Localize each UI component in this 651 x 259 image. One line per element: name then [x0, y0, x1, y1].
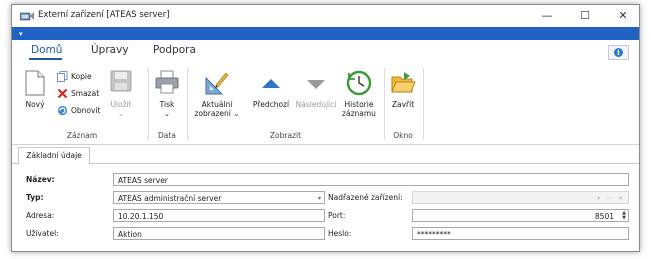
historie-label-1: Historie: [344, 100, 374, 109]
group-label-data: Data: [158, 131, 176, 140]
tab-domu[interactable]: Domů: [31, 44, 62, 56]
group-label-zobrazit: Zobrazit: [269, 131, 302, 140]
heslo-field[interactable]: *********: [412, 227, 629, 240]
adresa-label: Adresa:: [26, 211, 55, 220]
group-separator: [384, 68, 385, 140]
app-icon: [20, 12, 34, 21]
nasledujici-button[interactable]: Následující: [294, 70, 338, 109]
tab-zakladni-udaje[interactable]: Základní údaje: [18, 147, 90, 165]
down-arrow-icon: [307, 80, 325, 89]
up-arrow-icon: [262, 79, 280, 88]
zavrit-label: Zavřít: [391, 100, 415, 109]
nadrazene-zarizeni-label: Nadřazené zařízení:: [328, 193, 403, 202]
history-clock-icon: [346, 70, 372, 96]
predchozi-label: Předchozí: [252, 100, 290, 109]
save-disk-icon: [110, 70, 132, 92]
printer-icon: [155, 70, 179, 94]
adresa-field[interactable]: 10.20.1.150: [113, 209, 325, 222]
tab-upravy[interactable]: Úpravy: [91, 44, 129, 56]
quick-access-toolbar: ▾: [12, 27, 639, 40]
form-area: Název: ATEAS server Typ: ATEAS administr…: [12, 164, 639, 251]
form-tab-strip: Základní údaje: [12, 145, 639, 165]
quick-access-dropdown-icon[interactable]: ▾: [19, 30, 23, 38]
ribbon-body: Nový Kopie Smazat Obnovit Uložit ⌄ Zázna…: [12, 62, 639, 145]
smazat-label: Smazat: [71, 89, 100, 98]
aktualni-zobrazeni-label-1: Aktuální: [201, 100, 233, 109]
ulozit-label: Uložit: [110, 100, 132, 109]
group-separator: [423, 68, 424, 140]
group-separator: [148, 68, 149, 140]
novy-label: Nový: [25, 100, 45, 109]
port-field[interactable]: 8501 ▲ ▼: [412, 209, 629, 222]
new-document-icon: [25, 70, 45, 96]
uzivatel-label: Uživatel:: [26, 229, 59, 238]
nadrazene-zarizeni-field: ▾ ⋯ ✕: [412, 191, 629, 204]
title-bar: Externí zařízení [ATEAS server] — ☐ ✕: [12, 5, 639, 27]
refresh-icon: [57, 105, 68, 116]
minimize-button[interactable]: —: [528, 5, 566, 27]
spin-down-icon[interactable]: ▼: [622, 216, 626, 221]
kopie-button[interactable]: Kopie: [57, 70, 107, 84]
nazev-label: Název:: [26, 175, 55, 184]
obnovit-button[interactable]: Obnovit: [57, 104, 107, 118]
historie-zaznamu-button[interactable]: Historie záznamu: [339, 70, 379, 118]
close-window-button[interactable]: ✕: [604, 5, 639, 27]
historie-label-2: záznamu: [342, 109, 376, 118]
tisk-dropdown-icon: ⌄: [163, 109, 171, 118]
tisk-button[interactable]: Tisk ⌄: [153, 70, 181, 118]
dialog-window: Externí zařízení [ATEAS server] — ☐ ✕ ▾ …: [11, 4, 640, 252]
nazev-field[interactable]: ATEAS server: [113, 173, 629, 186]
port-value: 8501: [594, 212, 614, 221]
uzivatel-field[interactable]: Aktion: [113, 227, 325, 240]
delete-x-icon: [57, 88, 68, 99]
tab-podpora[interactable]: Podpora: [153, 44, 196, 56]
window-title: Externí zařízení [ATEAS server]: [38, 10, 170, 20]
lookup-controls-icon: ▾ ⋯ ✕: [597, 195, 625, 202]
heslo-label: Heslo:: [328, 229, 352, 238]
port-label: Port:: [328, 211, 346, 220]
info-button[interactable]: i: [608, 45, 629, 60]
view-design-icon: [205, 72, 229, 95]
ulozit-button[interactable]: Uložit ⌄: [108, 70, 134, 118]
copy-icon: [57, 71, 68, 82]
aktualni-zobrazeni-label-2: zobrazení ⌄: [194, 109, 240, 118]
zavrit-button[interactable]: Zavřít: [387, 70, 419, 109]
active-tab-indicator: [29, 58, 62, 60]
chevron-down-icon: ▾: [317, 195, 321, 202]
obnovit-label: Obnovit: [71, 106, 101, 115]
info-icon: i: [614, 48, 623, 57]
typ-value: ATEAS administrační server: [118, 194, 222, 203]
group-separator: [187, 68, 188, 140]
close-folder-icon: [391, 72, 416, 93]
group-label-zaznam: Záznam: [66, 131, 98, 140]
aktualni-zobrazeni-button[interactable]: Aktuální zobrazení ⌄: [193, 70, 241, 118]
ulozit-dropdown-icon: ⌄: [117, 109, 125, 118]
nasledujici-label: Následující: [295, 100, 337, 109]
kopie-label: Kopie: [71, 72, 92, 81]
maximize-button[interactable]: ☐: [566, 5, 604, 27]
predchozi-button[interactable]: Předchozí: [249, 70, 293, 109]
typ-label: Typ:: [26, 193, 44, 202]
ribbon-tabs: Domů Úpravy Podpora i: [12, 40, 639, 62]
tisk-label: Tisk: [159, 100, 175, 109]
typ-dropdown[interactable]: ATEAS administrační server ▾: [113, 191, 325, 204]
group-label-okno: Okno: [393, 131, 413, 140]
novy-button[interactable]: Nový: [20, 70, 50, 109]
smazat-button[interactable]: Smazat: [57, 87, 107, 101]
